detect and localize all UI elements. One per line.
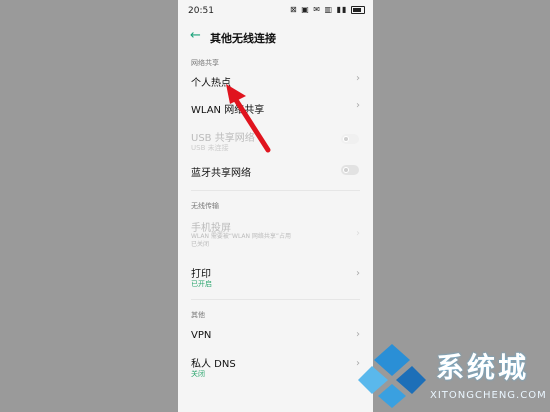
- toggle-knob: [343, 136, 349, 142]
- row-label: WLAN 网络共享: [191, 105, 265, 116]
- row-personal-hotspot[interactable]: 个人热点 ›: [178, 68, 373, 92]
- row-label: VPN: [191, 330, 212, 341]
- usb-share-toggle: [341, 134, 359, 144]
- status-bar: 20:51 ⊠ ▣ ✉ ▥ ▮▮: [178, 0, 373, 22]
- watermark-subtext: XITONGCHENG.COM: [430, 390, 547, 401]
- row-description: WLAN 需要被“WLAN 网络共享”占用: [191, 233, 292, 240]
- row-sublabel: USB 未连接: [191, 144, 229, 152]
- row-wlan-share[interactable]: WLAN 网络共享 ›: [178, 95, 373, 119]
- page-title: 其他无线连接: [210, 32, 276, 45]
- row-private-dns[interactable]: 私人 DNS 关闭 ›: [178, 352, 373, 382]
- site-watermark: 系统城 XITONGCHENG.COM: [352, 338, 550, 412]
- battery-icon: [351, 5, 365, 14]
- row-label: 私人 DNS: [191, 359, 236, 370]
- row-status: 已关闭: [191, 241, 210, 248]
- section-label-sharing: 网络共享: [191, 59, 219, 67]
- row-label: 个人热点: [191, 78, 231, 89]
- chevron-right-icon: ›: [356, 228, 360, 239]
- section-label-other: 其他: [191, 311, 205, 319]
- row-print[interactable]: 打印 已开启 ›: [178, 262, 373, 292]
- row-usb-share: USB 共享网络 USB 未连接: [178, 126, 373, 154]
- section-divider: [191, 299, 360, 300]
- back-arrow-icon[interactable]: ←: [190, 28, 201, 43]
- status-icon-glyphs: ⊠ ▣ ✉ ▥ ▮▮: [289, 5, 348, 14]
- row-sublabel: 已开启: [191, 280, 212, 288]
- section-divider: [191, 190, 360, 191]
- row-label: 打印: [191, 269, 211, 280]
- row-sublabel: 关闭: [191, 370, 205, 378]
- title-bar: ← 其他无线连接: [178, 26, 373, 50]
- row-screen-cast: 手机投屏 WLAN 需要被“WLAN 网络共享”占用 已关闭 ›: [178, 214, 373, 258]
- row-label: USB 共享网络: [191, 133, 255, 144]
- chevron-right-icon: ›: [356, 100, 360, 111]
- row-bluetooth-share[interactable]: 蓝牙共享网络: [178, 159, 373, 183]
- row-vpn[interactable]: VPN ›: [178, 324, 373, 348]
- chevron-right-icon: ›: [356, 268, 360, 279]
- status-icons: ⊠ ▣ ✉ ▥ ▮▮: [290, 5, 365, 14]
- row-label: 蓝牙共享网络: [191, 168, 251, 179]
- section-label-wireless: 无线传输: [191, 202, 219, 210]
- toggle-knob: [343, 167, 349, 173]
- watermark-text: 系统城: [436, 351, 530, 384]
- status-time: 20:51: [188, 6, 214, 16]
- watermark-logo-icon: [358, 344, 426, 408]
- row-label: 手机投屏: [191, 223, 231, 234]
- bluetooth-share-toggle[interactable]: [341, 165, 359, 175]
- phone-screen: 20:51 ⊠ ▣ ✉ ▥ ▮▮ ← 其他无线连接 网络共享 个人热点 › WL…: [178, 0, 373, 412]
- chevron-right-icon: ›: [356, 73, 360, 84]
